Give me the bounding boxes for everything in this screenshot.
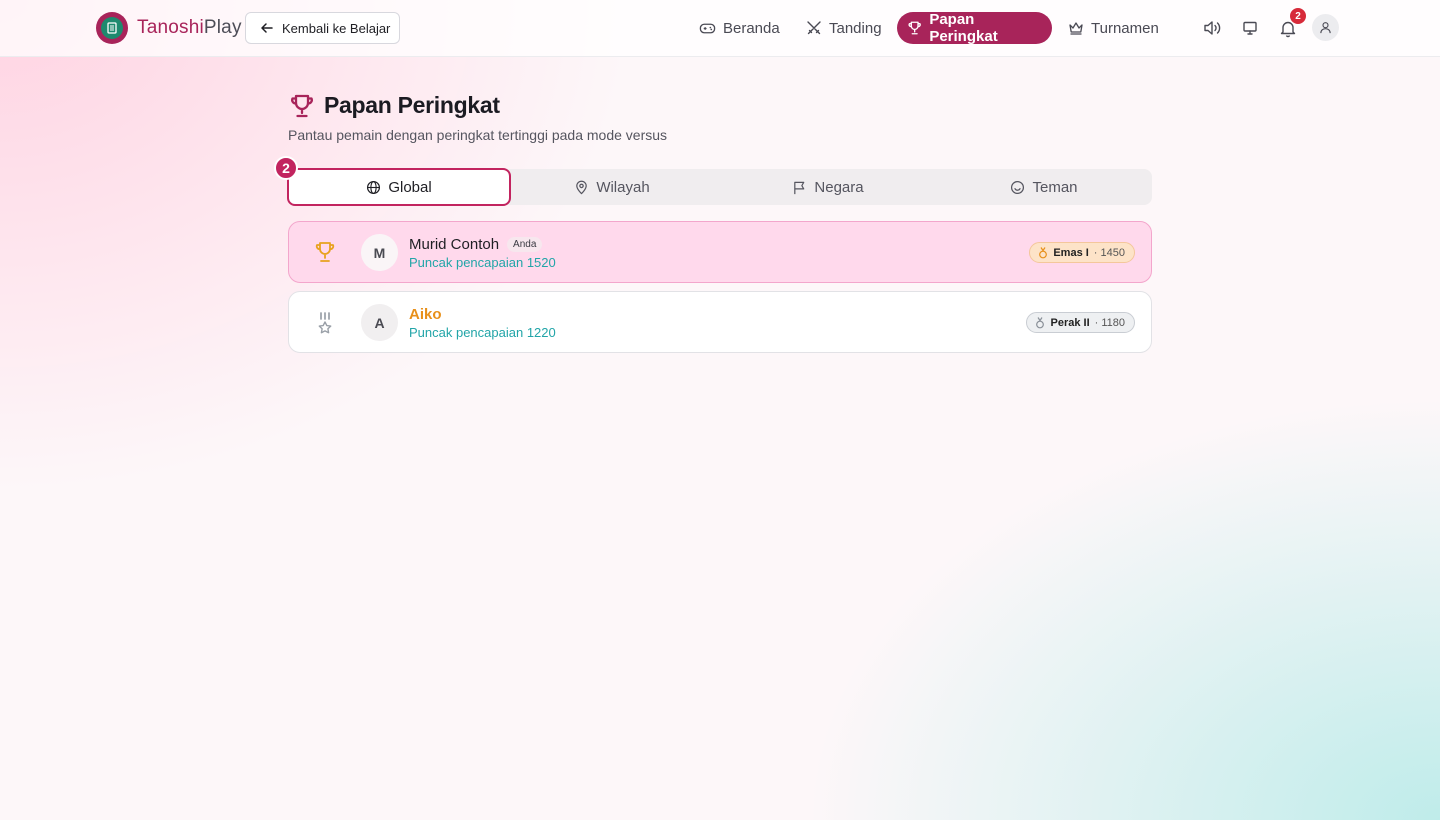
back-to-learning-button[interactable]: Kembali ke Belajar (245, 12, 400, 44)
globe-icon (367, 180, 381, 194)
map-pin-icon (576, 180, 588, 194)
tier-name: Emas I (1053, 246, 1089, 259)
back-button-label: Kembali ke Belajar (282, 20, 391, 36)
medal-icon (313, 311, 337, 335)
smile-icon (1011, 180, 1025, 194)
nav-label: Turnamen (1091, 19, 1159, 37)
tier-points: · 1180 (1094, 316, 1125, 329)
profile-button[interactable] (1312, 14, 1339, 41)
avatar: M (361, 234, 398, 271)
peak-rating: Puncak pencapaian 1520 (409, 255, 556, 270)
tab-label: Negara (814, 178, 864, 196)
sound-toggle-button[interactable] (1198, 14, 1226, 42)
tab-negara[interactable]: Negara (720, 169, 936, 205)
user-icon (1320, 22, 1331, 34)
nav-item-papan-peringkat[interactable]: Papan Peringkat (897, 11, 1052, 45)
top-navbar: TanoshiPlay Kembali ke Belajar Beranda T… (0, 0, 1440, 57)
trophy-icon (908, 21, 921, 35)
tier-name: Perak II (1050, 316, 1090, 329)
tab-label: Wilayah (596, 178, 650, 196)
flag-icon (794, 181, 805, 194)
tab-teman[interactable]: Teman (936, 169, 1152, 205)
nav-item-tanding[interactable]: Tanding (796, 12, 892, 44)
monitor-icon (1243, 21, 1257, 35)
you-tag: Anda (507, 237, 543, 252)
trophy-icon (291, 94, 313, 117)
trophy-icon (313, 241, 337, 265)
leaderboard-row[interactable]: A Aiko Puncak pencapaian 1220 Perak II ·… (288, 291, 1152, 353)
player-name-text: Aiko (409, 306, 442, 323)
page-heading: Papan Peringkat (324, 92, 500, 118)
notifications-button[interactable]: 2 (1274, 8, 1306, 42)
display-mode-button[interactable] (1236, 14, 1264, 42)
rank-tier-badge: Emas I · 1450 (1029, 242, 1135, 263)
step-marker-badge: 2 (274, 156, 298, 180)
leaderboard-row-current-user[interactable]: M Murid Contoh Anda Puncak pencapaian 15… (288, 221, 1152, 283)
nav-label: Tanding (829, 19, 882, 37)
nav-item-turnamen[interactable]: Turnamen (1058, 12, 1169, 44)
speaker-icon (1204, 21, 1221, 35)
crown-icon (1069, 22, 1083, 35)
gamepad-icon (699, 23, 716, 33)
page-title: Papan Peringkat (288, 92, 500, 119)
nav-label: Beranda (723, 19, 780, 37)
swords-icon (807, 21, 821, 35)
logo-icon (96, 12, 128, 44)
tab-wilayah[interactable]: Wilayah (504, 169, 720, 205)
peak-rating: Puncak pencapaian 1220 (409, 325, 556, 340)
notification-count-badge: 2 (1290, 8, 1306, 24)
brand-logo[interactable]: TanoshiPlay (96, 12, 242, 44)
player-name: Murid Contoh Anda (409, 236, 543, 253)
nav-label: Papan Peringkat (929, 11, 998, 45)
nav-item-beranda[interactable]: Beranda (689, 12, 790, 44)
arrow-left-icon (261, 23, 273, 33)
medal-icon (1039, 246, 1048, 258)
medal-icon (1036, 316, 1045, 328)
player-name: Aiko (409, 306, 442, 323)
leaderboard-scope-tabs: Global Wilayah Negara Teman (287, 168, 1152, 206)
brand-name: TanoshiPlay (137, 17, 242, 38)
player-name-text: Murid Contoh (409, 236, 500, 253)
avatar: A (361, 304, 398, 341)
tab-global[interactable]: Global (287, 168, 511, 206)
rank-tier-badge: Perak II · 1180 (1026, 312, 1135, 333)
tab-label: Global (388, 178, 432, 196)
tab-label: Teman (1032, 178, 1078, 196)
tier-points: · 1450 (1093, 246, 1125, 259)
page-subtitle: Pantau pemain dengan peringkat tertinggi… (288, 127, 668, 143)
